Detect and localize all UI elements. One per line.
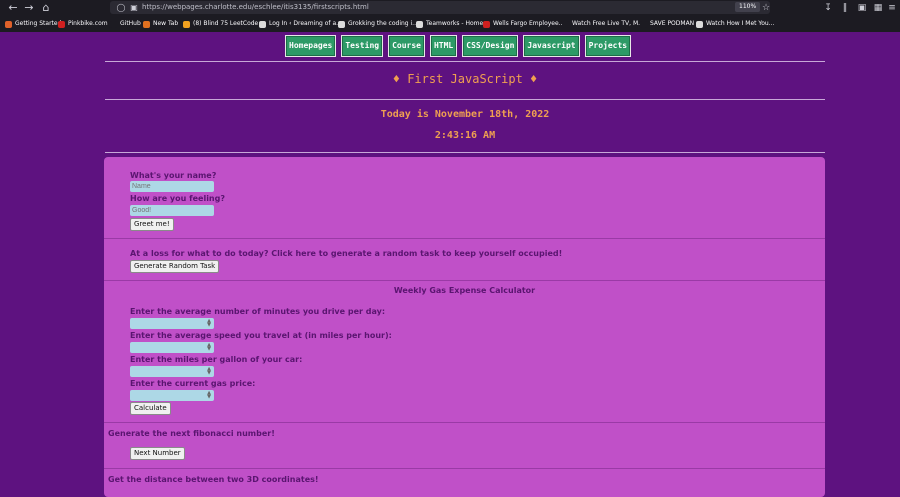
bookmark-new-tab[interactable]: New Tab	[143, 19, 178, 29]
page-icon	[259, 20, 266, 28]
zoom-level[interactable]: 110%	[735, 2, 761, 12]
sidebar-icon[interactable]: ▣	[856, 1, 868, 15]
bookmark-wells-fargo[interactable]: Wells Fargo Employee...	[483, 19, 564, 29]
clock: 2:43:16 AM	[434, 130, 496, 141]
toolbar: ← → ⌂ ◯ ▣ https://webpages.charlotte.edu…	[0, 0, 900, 16]
divider	[105, 152, 825, 153]
minutes-input[interactable]: ▲ ▼	[130, 318, 214, 329]
greet-button[interactable]: Greet me!	[130, 218, 174, 231]
random-task-button[interactable]: Generate Random Task	[130, 260, 220, 273]
nav-testing[interactable]: Testing	[341, 35, 384, 57]
gas-calculator-title: Weekly Gas Expense Calculator	[393, 286, 536, 295]
gas-price-input[interactable]: ▲ ▼	[130, 390, 214, 401]
bookmark-watch-tv[interactable]: Watch Free Live TV, M...	[562, 19, 644, 29]
bookmark-teamworks[interactable]: Teamworks - Home	[416, 19, 483, 29]
name-input[interactable]	[130, 181, 214, 192]
mpg-input[interactable]: ▲ ▼	[130, 366, 214, 377]
globe-icon	[416, 20, 423, 28]
bookmark-login[interactable]: Log In ‹ Dreaming of a...	[259, 19, 342, 29]
nav-html[interactable]: HTML	[429, 35, 458, 57]
bookmarks-bar: Getting Started Pinkbike.com GitHub New …	[0, 16, 900, 32]
minutes-label: Enter the average number of minutes you …	[130, 307, 386, 316]
github-icon	[110, 20, 117, 28]
distance-label: Get the distance between two 3D coordina…	[108, 475, 319, 484]
nav-javascript[interactable]: Javascript	[523, 35, 580, 57]
forward-arrow-icon[interactable]: →	[22, 1, 36, 15]
page-title: ♦ First JavaScript ♦	[392, 72, 538, 86]
bookmark-save-podman[interactable]: SAVE PODMAN	[640, 19, 694, 29]
stepper-icon[interactable]: ▲ ▼	[206, 391, 212, 400]
section-divider	[104, 422, 825, 423]
feeling-input[interactable]	[130, 205, 214, 216]
section-divider	[104, 280, 825, 281]
nav-projects[interactable]: Projects	[584, 35, 632, 57]
feeling-label: How are you feeling?	[130, 194, 225, 203]
divider	[105, 61, 825, 62]
page-icon	[338, 20, 345, 28]
leetcode-icon	[183, 20, 190, 28]
shield-icon[interactable]: ◯	[114, 1, 128, 15]
back-arrow-icon[interactable]: ←	[6, 1, 20, 15]
name-label: What's your name?	[130, 171, 217, 180]
section-divider	[104, 468, 825, 469]
nav-homepages[interactable]: Homepages	[285, 35, 337, 57]
bookmark-pinkbike[interactable]: Pinkbike.com	[58, 19, 108, 29]
speed-input[interactable]: ▲ ▼	[130, 342, 214, 353]
tv-icon	[562, 20, 569, 28]
bookmark-star-icon[interactable]: ☆	[760, 1, 772, 15]
nav-css-design[interactable]: CSS/Design	[462, 35, 519, 57]
stepper-icon[interactable]: ▲ ▼	[206, 343, 212, 352]
speed-label: Enter the average speed you travel at (i…	[130, 331, 392, 340]
random-task-prompt: At a loss for what to do today? Click he…	[130, 249, 563, 258]
divider	[105, 99, 825, 100]
bookmark-getting-started[interactable]: Getting Started	[5, 19, 61, 29]
firefox-icon	[143, 20, 150, 28]
mpg-label: Enter the miles per gallon of your car:	[130, 355, 303, 364]
nav-course[interactable]: Course	[388, 35, 425, 57]
firefox-icon	[5, 20, 12, 28]
scripts-panel: What's your name? How are you feeling? G…	[104, 157, 825, 497]
wells-fargo-icon	[483, 20, 490, 28]
bookmark-github[interactable]: GitHub	[110, 19, 141, 29]
downloads-icon[interactable]: ↧	[822, 1, 834, 15]
pinkbike-icon	[58, 20, 65, 28]
url-text[interactable]: https://webpages.charlotte.edu/eschlee/i…	[142, 2, 369, 12]
bookmark-blind75[interactable]: (8) Blind 75 LeetCode ...	[183, 19, 266, 29]
fibonacci-label: Generate the next fibonacci number!	[108, 429, 275, 438]
next-number-button[interactable]: Next Number	[130, 447, 185, 460]
section-divider	[104, 238, 825, 239]
extensions-icon[interactable]: ▦	[872, 1, 884, 15]
folder-icon	[640, 20, 647, 28]
calculate-button[interactable]: Calculate	[130, 402, 171, 415]
menu-icon[interactable]: ≡	[886, 1, 898, 15]
bookmark-grokking[interactable]: Grokking the coding i...	[338, 19, 418, 29]
bookmark-himym[interactable]: Watch How I Met You...	[696, 19, 774, 29]
gas-price-label: Enter the current gas price:	[130, 379, 256, 388]
site-nav: Homepages Testing Course HTML CSS/Design…	[285, 35, 632, 57]
lock-icon[interactable]: ▣	[127, 1, 141, 15]
home-icon[interactable]: ⌂	[39, 1, 53, 15]
date-line: Today is November 18th, 2022	[380, 109, 550, 120]
stepper-icon[interactable]: ▲ ▼	[206, 319, 212, 328]
browser-chrome: ← → ⌂ ◯ ▣ https://webpages.charlotte.edu…	[0, 0, 900, 32]
library-icon[interactable]: ‖	[839, 1, 851, 15]
page-icon	[696, 20, 703, 28]
stepper-icon[interactable]: ▲ ▼	[206, 367, 212, 376]
